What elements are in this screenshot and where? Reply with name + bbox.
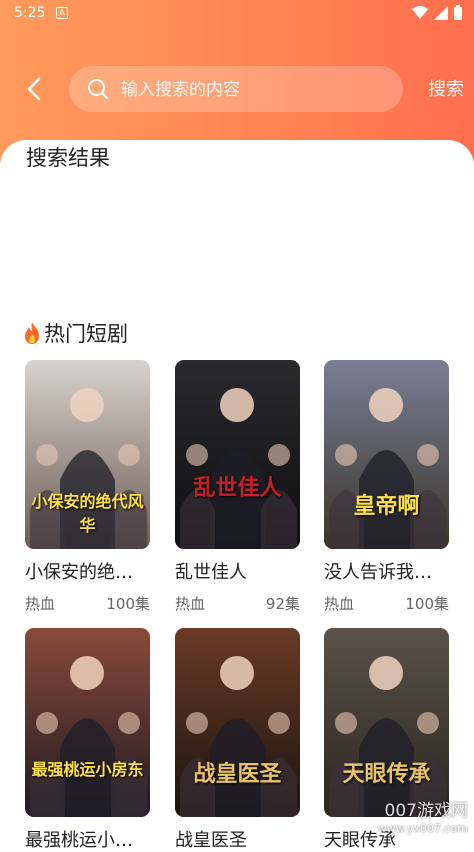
drama-title: 小保安的绝… [25, 562, 133, 583]
battery-icon [454, 5, 462, 20]
drama-card[interactable]: 小保安的绝代风华小保安的绝… 热血 100集 [25, 360, 150, 614]
drama-title: 战皇医圣 [175, 830, 247, 851]
hot-dramas-heading: 热门短剧 [22, 318, 128, 348]
drama-poster[interactable]: 皇帝啊 [324, 360, 449, 549]
poster-title-text: 皇帝啊 [353, 493, 420, 519]
drama-card[interactable]: 最强桃运小房东最强桃运小… [25, 628, 150, 852]
poster-title-text: 小保安的绝代风华 [31, 492, 144, 535]
content-panel: 搜索结果 热门短剧 小保安的绝代风华 小保安的绝… 热血 100集 乱世佳人 乱世佳人 热血… [0, 140, 474, 851]
drama-meta: 热血 100集 [324, 593, 449, 614]
drama-title: 最强桃运小… [25, 830, 133, 851]
search-icon [88, 79, 109, 100]
drama-episodes: 100集 [106, 595, 150, 613]
search-box[interactable] [69, 66, 403, 114]
drama-genre: 热血 [25, 595, 56, 613]
drama-genre: 热血 [324, 595, 355, 613]
watermark-line2: www.yx007.com [377, 822, 468, 835]
search-header: 搜索 [0, 62, 474, 116]
poster-art [329, 388, 446, 549]
search-input[interactable] [119, 66, 393, 114]
status-icons [412, 5, 462, 20]
back-arrow-icon[interactable] [20, 74, 50, 104]
poster-art [30, 656, 147, 817]
poster-art [180, 656, 297, 817]
drama-poster[interactable]: 天眼传承 [324, 628, 449, 817]
drama-title: 没人告诉我… [324, 562, 432, 583]
poster-title-text: 乱世佳人 [193, 475, 282, 501]
drama-poster[interactable]: 最强桃运小房东 [25, 628, 150, 817]
wifi-icon [412, 5, 428, 19]
drama-card[interactable]: 乱世佳人 乱世佳人 热血 92集 [175, 360, 300, 614]
poster-art [329, 656, 446, 817]
search-button[interactable]: 搜索 [428, 75, 474, 101]
watermark-line1: 007游戏网 [384, 801, 468, 821]
drama-episodes: 92集 [265, 595, 300, 613]
notification-icon: A [56, 7, 68, 19]
status-time: 5:25 [14, 5, 46, 21]
poster-title-text: 天眼传承 [342, 761, 431, 787]
watermark: 007游戏网 www.yx007.com [378, 802, 468, 838]
drama-meta: 热血 92集 [175, 593, 300, 614]
poster-title-text: 最强桃运小房东 [31, 760, 144, 779]
hot-dramas-title: 热门短剧 [44, 322, 128, 346]
drama-genre: 热血 [175, 595, 206, 613]
drama-title: 乱世佳人 [175, 562, 247, 583]
drama-card[interactable]: 战皇医圣 战皇医圣 [175, 628, 300, 852]
fire-icon [25, 322, 39, 344]
drama-poster[interactable]: 战皇医圣 [175, 628, 300, 817]
drama-poster[interactable]: 小保安的绝代风华 [25, 360, 150, 549]
drama-poster[interactable]: 乱世佳人 [175, 360, 300, 549]
poster-title-text: 战皇医圣 [193, 761, 282, 787]
signal-icon [434, 5, 448, 20]
drama-card[interactable]: 皇帝啊没人告诉我… 热血 100集 [324, 360, 449, 614]
drama-episodes: 100集 [405, 595, 449, 613]
drama-meta: 热血 100集 [25, 593, 150, 614]
status-bar: 5:25 A [0, 0, 474, 28]
search-results-list [0, 180, 474, 310]
poster-art [180, 388, 297, 549]
search-results-title: 搜索结果 [26, 146, 110, 170]
